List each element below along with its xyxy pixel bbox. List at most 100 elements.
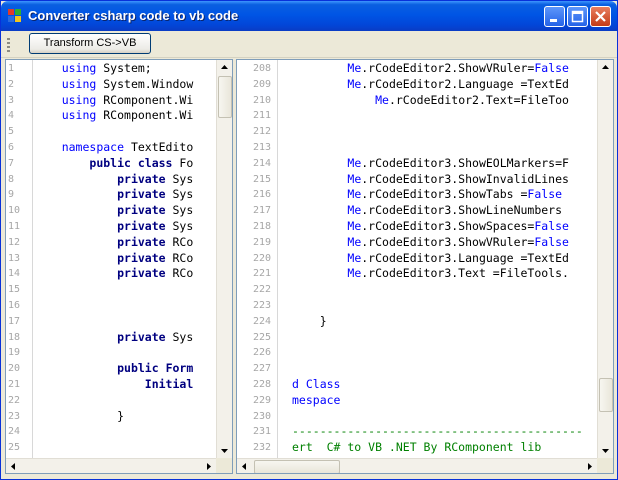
code-line[interactable]: Me.rCodeEditor3.ShowVRuler=False [292, 235, 583, 251]
scroll-down-arrow-icon[interactable] [217, 443, 232, 458]
code-line[interactable] [34, 282, 193, 298]
scroll-up-arrow-icon[interactable] [217, 60, 232, 75]
scroll-thumb[interactable] [254, 460, 340, 473]
scroll-thumb[interactable] [599, 378, 613, 412]
code-token: Sys [165, 171, 194, 186]
code-line[interactable]: d Class [292, 377, 583, 393]
code-line[interactable]: Me.rCodeEditor3.ShowLineNumbers [292, 203, 583, 219]
code-token: Me [347, 155, 362, 170]
code-token: Me [347, 250, 362, 265]
code-line[interactable]: using System.Window [34, 76, 194, 93]
scroll-left-arrow-icon[interactable] [6, 459, 21, 473]
line-number: 222 [253, 284, 272, 296]
code-line[interactable]: namespace TextEdito [34, 139, 194, 156]
line-number: 230 [253, 410, 272, 422]
line-number: 226 [253, 347, 272, 359]
code-token: .rCodeEditor3.ShowTabs = [361, 187, 528, 202]
line-number: 4 [8, 110, 15, 122]
code-line[interactable]: ert C# to VB .NET By RComponent lib [292, 440, 583, 456]
code-line[interactable]: using System; [34, 61, 193, 77]
code-line[interactable] [34, 124, 193, 140]
code-text[interactable]: using System; using System.Window using … [34, 61, 194, 456]
code-line[interactable] [292, 345, 583, 361]
code-line[interactable]: using RComponent.Wi [34, 108, 194, 124]
code-line[interactable]: using RComponent.Wi [34, 92, 194, 109]
code-line[interactable]: mespace [292, 393, 583, 409]
code-line[interactable]: Initial [34, 377, 193, 393]
scroll-right-arrow-icon[interactable] [201, 459, 216, 473]
code-line[interactable] [292, 361, 583, 377]
title-bar[interactable]: Converter csharp code to vb code [1, 1, 617, 31]
code-line[interactable] [34, 345, 193, 361]
vertical-scrollbar[interactable] [597, 60, 613, 458]
code-text[interactable]: Me.rCodeEditor2.ShowVRuler=False Me.rCod… [292, 61, 583, 456]
code-token: .rCodeEditor3.Text =FileTools. [361, 266, 569, 281]
code-line[interactable] [34, 298, 193, 314]
code-token: namespace [61, 139, 125, 154]
code-line[interactable]: Me.rCodeEditor3.ShowInvalidLines [292, 172, 583, 188]
code-line[interactable]: } [292, 314, 583, 330]
code-line[interactable] [34, 440, 193, 456]
scroll-thumb[interactable] [218, 76, 232, 118]
vb-code-editor[interactable]: 208 209 210 211 212 213 214 215 216 217 218 219 220 2… [236, 59, 614, 474]
vertical-scrollbar[interactable] [216, 60, 232, 458]
scroll-left-arrow-icon[interactable] [237, 459, 252, 473]
code-line[interactable]: private RCo [34, 235, 193, 251]
code-line[interactable] [292, 140, 583, 156]
code-line[interactable] [34, 393, 193, 409]
app-icon [8, 9, 22, 23]
code-line[interactable] [292, 108, 583, 124]
code-line[interactable]: private Sys [34, 187, 193, 203]
code-line[interactable]: Me.rCodeEditor3.ShowSpaces=False [292, 219, 583, 235]
code-line[interactable]: private RCo [34, 251, 193, 267]
line-number: 19 [8, 347, 21, 359]
code-line[interactable] [34, 314, 193, 330]
code-token: using [61, 92, 97, 107]
code-line[interactable] [292, 409, 583, 425]
code-line[interactable]: public Form [34, 361, 193, 377]
code-line[interactable] [292, 124, 583, 140]
code-line[interactable]: Me.rCodeEditor2.Language =TextEd [292, 77, 583, 93]
code-line[interactable] [292, 298, 583, 314]
code-line[interactable]: private Sys [34, 330, 193, 346]
code-line[interactable]: } [34, 409, 193, 425]
code-token: .rCodeEditor3.ShowVRuler= [361, 234, 535, 249]
code-line[interactable]: public class Fo [34, 156, 193, 172]
code-line[interactable]: Me.rCodeEditor3.Language =TextEd [292, 251, 583, 267]
code-line[interactable]: Me.rCodeEditor2.Text=FileToo [292, 93, 583, 109]
maximize-button[interactable] [567, 6, 588, 27]
line-number: 208 [253, 63, 272, 74]
code-token: using [61, 76, 97, 91]
code-token: .rCodeEditor2.Language =TextEd [361, 76, 569, 91]
toolbar-grip-icon[interactable] [7, 38, 10, 52]
code-token: using [61, 61, 97, 75]
transform-button[interactable]: Transform CS->VB [29, 33, 151, 54]
code-line[interactable]: private RCo [34, 266, 193, 282]
code-line[interactable] [34, 424, 193, 440]
code-line[interactable] [292, 330, 583, 346]
code-line[interactable] [292, 282, 583, 298]
code-line[interactable]: Me.rCodeEditor3.ShowEOLMarkers=F [292, 156, 583, 172]
horizontal-scrollbar[interactable] [237, 458, 597, 473]
code-line[interactable]: private Sys [34, 203, 193, 219]
code-line[interactable]: Me.rCodeEditor3.Text =FileTools. [292, 266, 583, 282]
csharp-code-editor[interactable]: 1 2 3 4 5 6 7 8 9 10 11 12 13 14 15 16 17 18 19 20 21 22 23 24 2… [5, 59, 233, 474]
code-line[interactable]: ----------------------------------------… [292, 424, 583, 440]
close-button[interactable] [590, 6, 611, 27]
horizontal-scrollbar[interactable] [6, 458, 216, 473]
line-number: 2 [8, 78, 15, 90]
code-line[interactable]: private Sys [34, 219, 193, 235]
minimize-button[interactable] [544, 6, 565, 27]
code-line[interactable]: private Sys [34, 172, 193, 188]
code-line[interactable]: Me.rCodeEditor3.ShowTabs =False [292, 187, 583, 203]
code-line[interactable]: Me.rCodeEditor2.ShowVRuler=False [292, 61, 583, 77]
code-token: System; [96, 61, 152, 75]
code-token: private [117, 329, 166, 344]
scroll-down-arrow-icon[interactable] [598, 443, 613, 458]
scroll-up-arrow-icon[interactable] [598, 60, 613, 75]
scroll-right-arrow-icon[interactable] [582, 459, 597, 473]
line-number: 14 [8, 268, 21, 280]
